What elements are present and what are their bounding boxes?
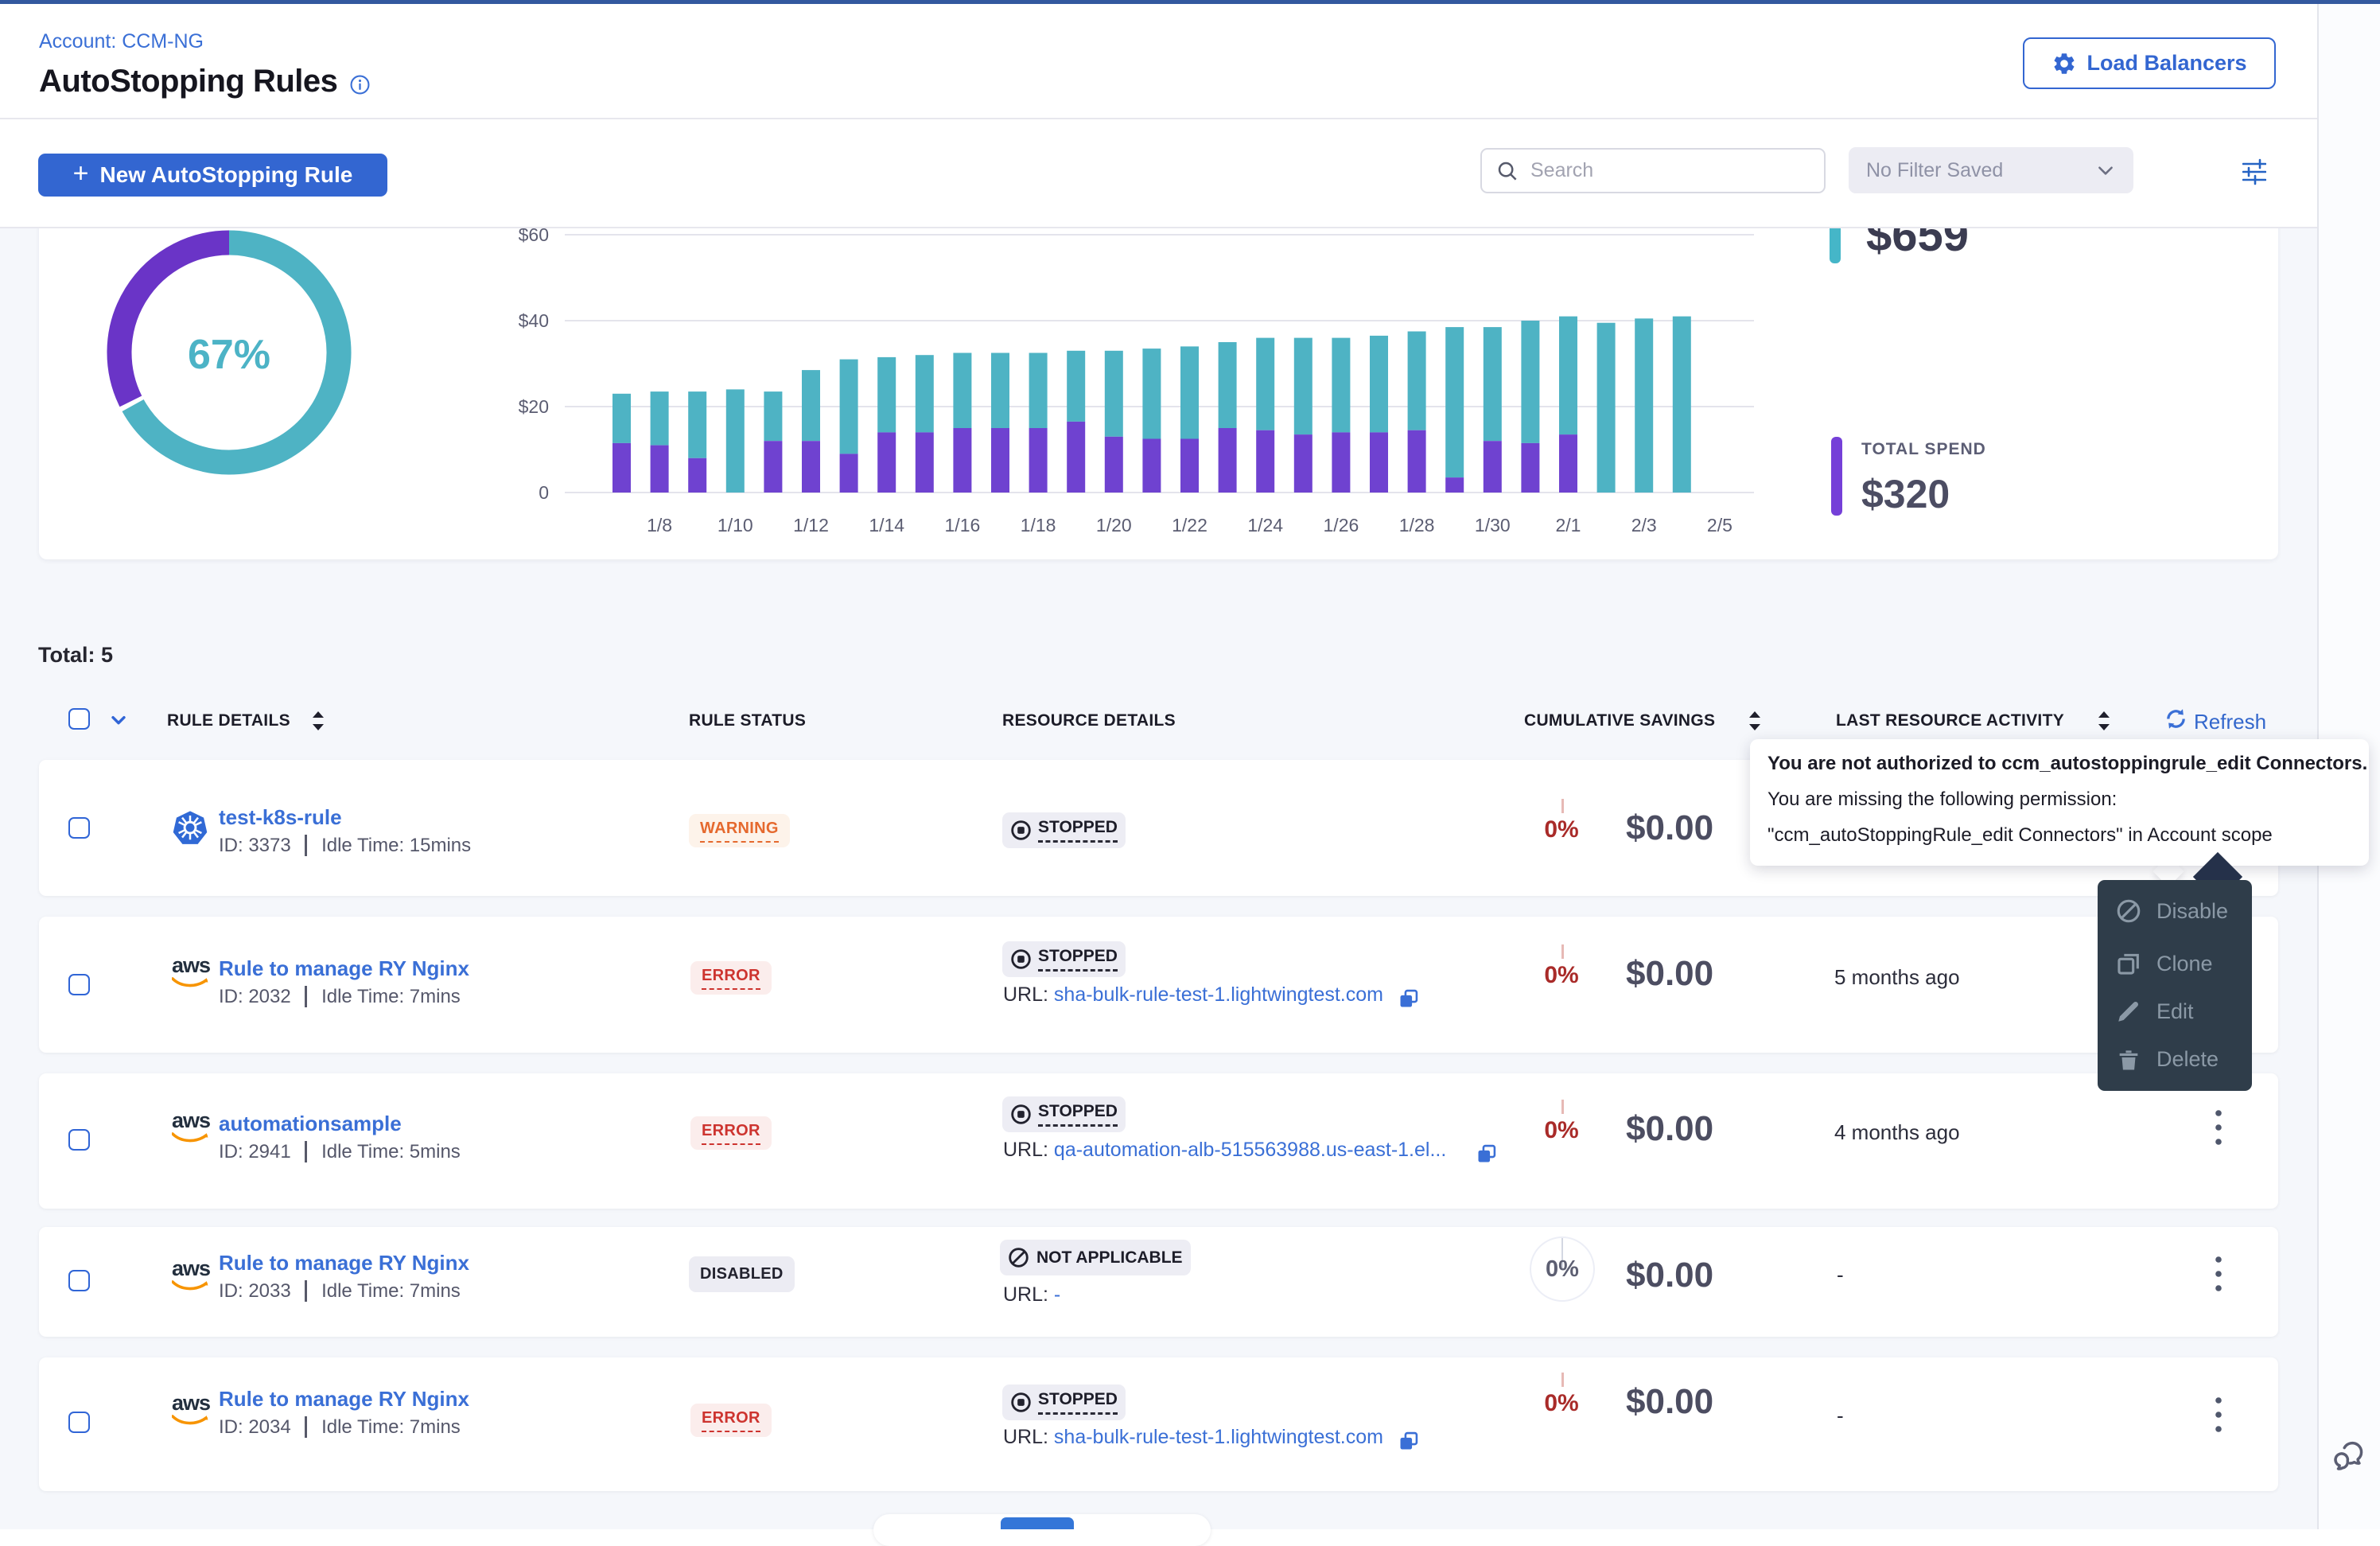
svg-text:1/26: 1/26 xyxy=(1324,515,1359,535)
svg-text:2/1: 2/1 xyxy=(1556,515,1581,535)
svg-text:1/24: 1/24 xyxy=(1247,515,1283,535)
svg-text:1/8: 1/8 xyxy=(647,515,672,535)
svg-text:$320: $320 xyxy=(1861,472,1950,516)
svg-text:TOTAL SPEND: TOTAL SPEND xyxy=(1861,440,1986,458)
svg-text:1/12: 1/12 xyxy=(793,515,829,535)
svg-text:1/30: 1/30 xyxy=(1475,515,1511,535)
svg-text:0: 0 xyxy=(539,482,549,503)
svg-text:2/3: 2/3 xyxy=(1631,515,1657,535)
svg-text:1/10: 1/10 xyxy=(718,515,753,535)
svg-text:1/22: 1/22 xyxy=(1172,515,1208,535)
svg-text:1/20: 1/20 xyxy=(1096,515,1132,535)
svg-text:1/14: 1/14 xyxy=(869,515,904,535)
svg-text:$40: $40 xyxy=(519,310,549,331)
svg-text:2/5: 2/5 xyxy=(1707,515,1732,535)
svg-text:67%: 67% xyxy=(188,332,270,378)
svg-text:1/28: 1/28 xyxy=(1399,515,1435,535)
svg-text:$20: $20 xyxy=(519,396,549,417)
svg-text:1/18: 1/18 xyxy=(1021,515,1056,535)
svg-text:1/16: 1/16 xyxy=(945,515,981,535)
